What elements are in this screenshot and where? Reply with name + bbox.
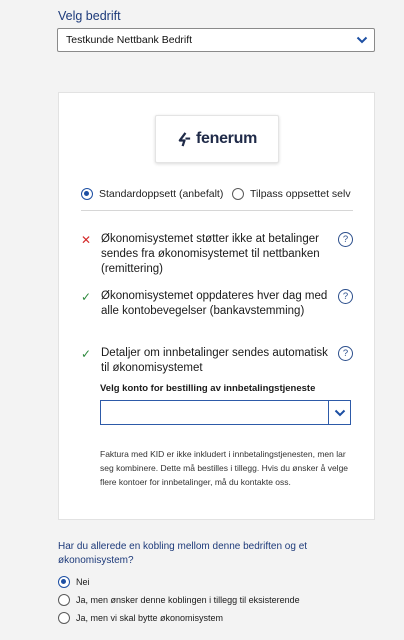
radio-unselected-icon[interactable]: [58, 594, 70, 606]
check-icon: ✓: [81, 290, 92, 304]
existing-connection-question: Har du allerede en kobling mellom denne …: [58, 541, 308, 566]
setup-option-label: Tilpass oppsettet selv: [250, 188, 351, 200]
provider-logo-text: fenerum: [195, 130, 258, 147]
help-icon[interactable]: ?: [338, 289, 353, 304]
setup-option-label: Standardoppsett (anbefalt): [99, 188, 224, 200]
fenerum-logo-icon: [178, 131, 191, 146]
check-icon: ✓: [81, 347, 92, 361]
account-label: Velg konto for bestilling av innbetaling…: [100, 383, 316, 394]
answer-option-label: Nei: [76, 577, 90, 587]
divider: [81, 210, 353, 211]
answer-option-in-addition[interactable]: Ja, men ønsker denne koblingen i tillegg…: [58, 594, 300, 606]
company-select-value: Testkunde Nettbank Bedrift: [66, 34, 193, 46]
feature-text: Økonomisystemet støtter ikke at betaling…: [101, 233, 320, 275]
radio-unselected-icon[interactable]: [58, 612, 70, 624]
feature-text: Økonomisystemet oppdateres hver dag med …: [101, 290, 328, 317]
setup-option-custom[interactable]: Tilpass oppsettet selv: [232, 188, 351, 200]
radio-unselected-icon[interactable]: [232, 188, 244, 200]
answer-option-label: Ja, men ønsker denne koblingen i tillegg…: [76, 595, 300, 605]
account-select[interactable]: [100, 400, 351, 425]
company-select[interactable]: Testkunde Nettbank Bedrift: [57, 28, 375, 52]
setup-option-standard[interactable]: Standardoppsett (anbefalt): [81, 188, 223, 200]
help-icon[interactable]: ?: [338, 232, 353, 247]
radio-selected-icon[interactable]: [81, 188, 93, 200]
chevron-down-icon: [334, 409, 345, 416]
provider-logo: fenerum: [155, 115, 279, 163]
answer-option-label: Ja, men vi skal bytte økonomisystem: [76, 613, 224, 623]
answer-option-nei[interactable]: Nei: [58, 576, 90, 588]
radio-selected-icon[interactable]: [58, 576, 70, 588]
answer-option-switch[interactable]: Ja, men vi skal bytte økonomisystem: [58, 612, 223, 624]
company-label: Velg bedrift: [58, 9, 121, 23]
account-dropdown-button[interactable]: [328, 401, 350, 424]
chevron-down-icon: [356, 36, 368, 44]
info-note: Faktura med KID er ikke inkludert i innb…: [100, 449, 349, 487]
feature-text: Detaljer om innbetalinger sendes automat…: [101, 347, 328, 374]
integration-card: fenerum Standardoppsett (anbefalt) Tilpa…: [58, 92, 375, 520]
cross-icon: ✕: [81, 233, 92, 247]
help-icon[interactable]: ?: [338, 346, 353, 361]
